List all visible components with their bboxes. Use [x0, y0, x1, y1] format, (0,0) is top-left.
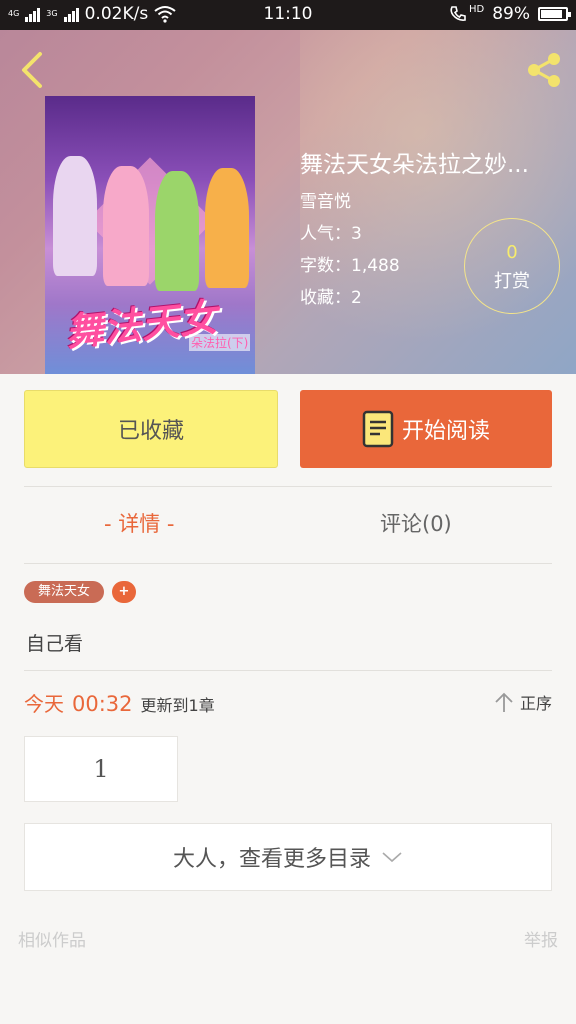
reward-count: 0 [506, 242, 518, 263]
battery-icon [538, 7, 571, 21]
add-tag-button[interactable]: + [112, 581, 136, 603]
tag-item[interactable]: 舞法天女 [24, 581, 104, 603]
reward-button[interactable]: 0 打赏 [464, 218, 560, 314]
divider [24, 486, 552, 487]
chevron-left-icon [22, 52, 42, 88]
share-button[interactable] [520, 48, 568, 92]
cover-figure [155, 171, 199, 291]
cover-figure [103, 166, 149, 286]
book-header: 舞法天女 朵法拉(下) 舞法天女朵法拉之妙... 雪音悦 人气：3 字数：1,4… [0, 30, 576, 374]
book-title: 舞法天女朵法拉之妙... [300, 152, 529, 178]
book-favorites: 收藏：2 [300, 288, 362, 308]
tab-detail[interactable]: - 详情 - [104, 508, 175, 538]
status-bar: 4G 3G 0.02K/s 11:10 HD 89% [0, 0, 576, 30]
back-button[interactable] [14, 48, 54, 92]
more-chapters-label: 大人，查看更多目录 [172, 847, 371, 872]
start-reading-button[interactable]: 开始阅读 [300, 390, 552, 468]
update-time: 00:32 [72, 692, 133, 716]
book-popularity: 人气：3 [300, 224, 362, 244]
status-right: HD 89% [449, 4, 571, 24]
update-text: 更新到1章 [140, 696, 215, 715]
book-cover[interactable]: 舞法天女 朵法拉(下) [45, 96, 255, 374]
book-author[interactable]: 雪音悦 [300, 187, 351, 212]
start-reading-label: 开始阅读 [401, 419, 490, 444]
battery-fill [541, 10, 562, 18]
tab-comments[interactable]: 评论(0) [380, 508, 452, 538]
battery-percent: 89% [492, 4, 530, 24]
report-button[interactable]: 举报 [524, 926, 558, 951]
phone-icon [450, 6, 466, 21]
cover-figure [53, 156, 97, 276]
similar-works-label: 相似作品 [18, 931, 86, 951]
divider [24, 670, 552, 671]
chevron-down-icon [382, 852, 402, 863]
reward-label: 打赏 [494, 271, 530, 292]
update-info: 今天 00:32 更新到1章 [24, 688, 215, 717]
divider [24, 563, 552, 564]
cover-subtitle: 朵法拉(下) [189, 334, 251, 351]
cover-figure [205, 168, 249, 288]
book-description: 自己看 [26, 633, 84, 655]
chapter-item[interactable]: 1 [24, 736, 178, 802]
update-day: 今天 [24, 692, 64, 716]
share-icon [528, 53, 560, 87]
sort-button[interactable]: 正序 [494, 690, 552, 714]
hd-label: HD [468, 4, 485, 15]
book-icon [362, 410, 394, 448]
favorited-button[interactable]: 已收藏 [24, 390, 278, 468]
arrow-up-icon [495, 692, 513, 712]
sort-label: 正序 [519, 694, 552, 713]
book-word-count: 字数：1,488 [300, 256, 400, 276]
more-chapters-button[interactable]: 大人，查看更多目录 [24, 823, 552, 891]
